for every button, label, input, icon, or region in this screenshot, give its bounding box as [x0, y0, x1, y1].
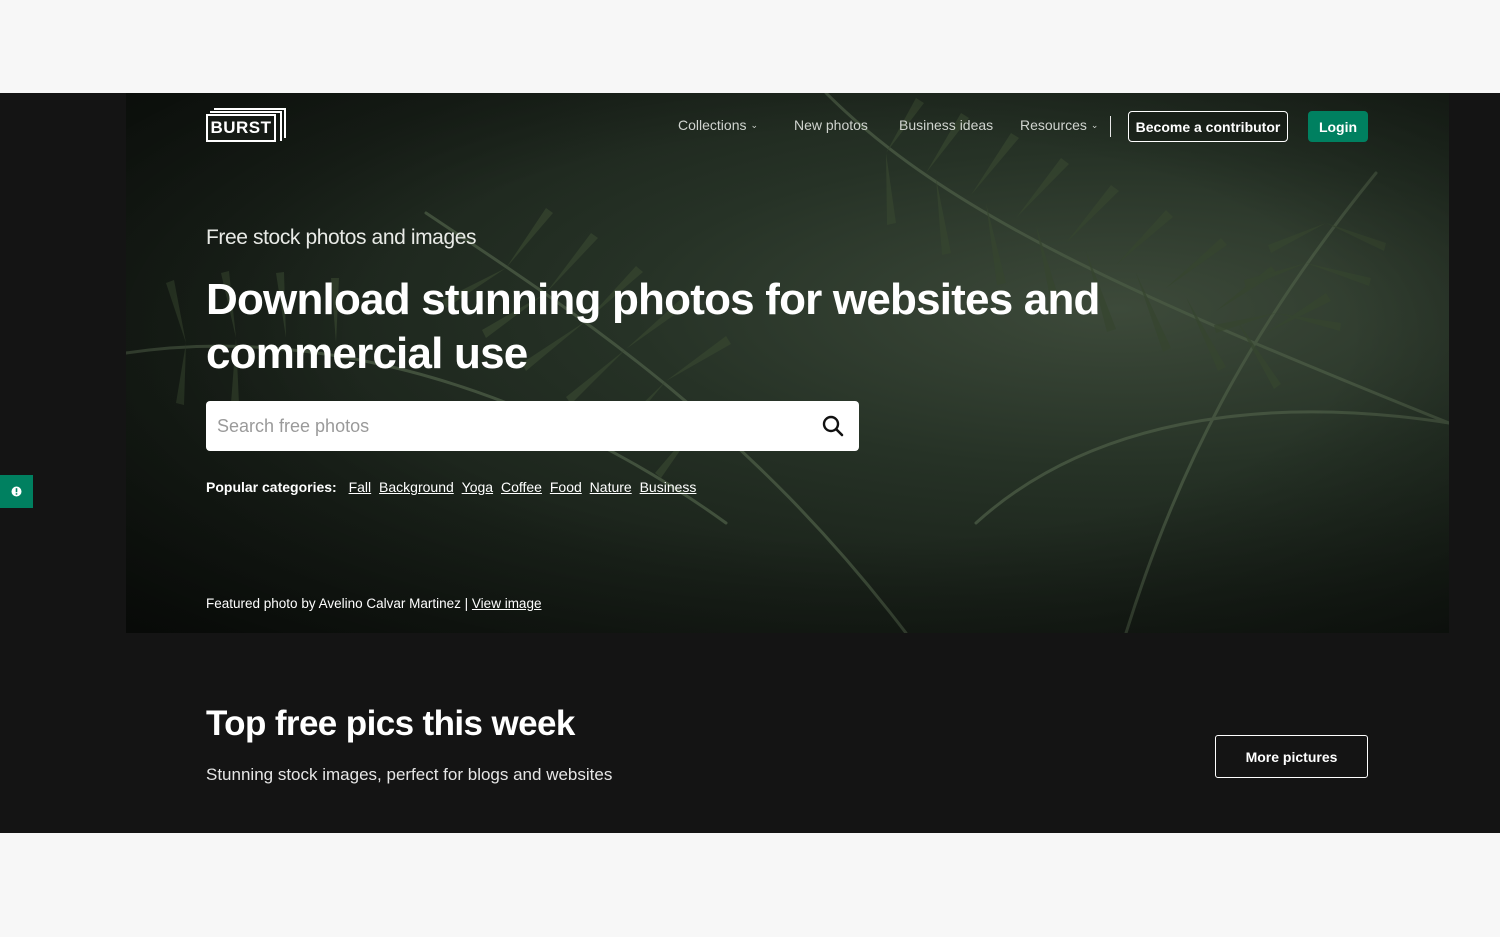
category-link-food[interactable]: Food [550, 479, 582, 495]
nav-resources-label: Resources [1020, 117, 1087, 133]
popular-categories-label: Popular categories: [206, 479, 337, 495]
category-link-nature[interactable]: Nature [590, 479, 632, 495]
nav-business-ideas-label: Business ideas [899, 117, 994, 133]
category-link-business[interactable]: Business [640, 479, 697, 495]
popular-categories: Popular categories: Fall Background Yoga… [206, 479, 696, 495]
section-subtitle: Stunning stock images, perfect for blogs… [206, 765, 613, 784]
search-input[interactable] [206, 401, 806, 451]
chevron-down-icon: ⌄ [1090, 120, 1099, 130]
category-link-fall[interactable]: Fall [349, 479, 372, 495]
info-icon [11, 486, 22, 497]
view-image-link[interactable]: View image [472, 596, 542, 611]
category-link-coffee[interactable]: Coffee [501, 479, 542, 495]
nav-collections-label: Collections [678, 117, 747, 133]
category-link-background[interactable]: Background [379, 479, 454, 495]
featured-credit-text: Featured photo by Avelino Calvar Martine… [206, 596, 469, 611]
hero-kicker: Free stock photos and images [206, 226, 477, 249]
section-title: Top free pics this week [206, 704, 575, 743]
search-icon[interactable] [822, 415, 844, 437]
featured-credit: Featured photo by Avelino Calvar Martine… [206, 596, 541, 611]
login-button[interactable]: Login [1308, 111, 1368, 142]
burst-logo[interactable]: BURST [206, 108, 286, 146]
hero-headline: Download stunning photos for websites an… [206, 275, 1100, 378]
more-pictures-button[interactable]: More pictures [1215, 735, 1368, 778]
category-link-yoga[interactable]: Yoga [462, 479, 493, 495]
chevron-down-icon: ⌄ [750, 120, 759, 130]
search-bar [206, 401, 859, 451]
become-contributor-button[interactable]: Become a contributor [1128, 111, 1288, 142]
side-info-tab[interactable] [0, 475, 33, 508]
nav-collections[interactable]: Collections ⌄ [678, 117, 758, 133]
nav-new-photos[interactable]: New photos [794, 117, 868, 133]
nav-resources[interactable]: Resources ⌄ [1020, 117, 1098, 133]
logo-text: BURST [206, 114, 276, 142]
nav-divider [1110, 116, 1111, 137]
nav-new-photos-label: New photos [794, 117, 868, 133]
nav-business-ideas[interactable]: Business ideas [899, 117, 993, 133]
